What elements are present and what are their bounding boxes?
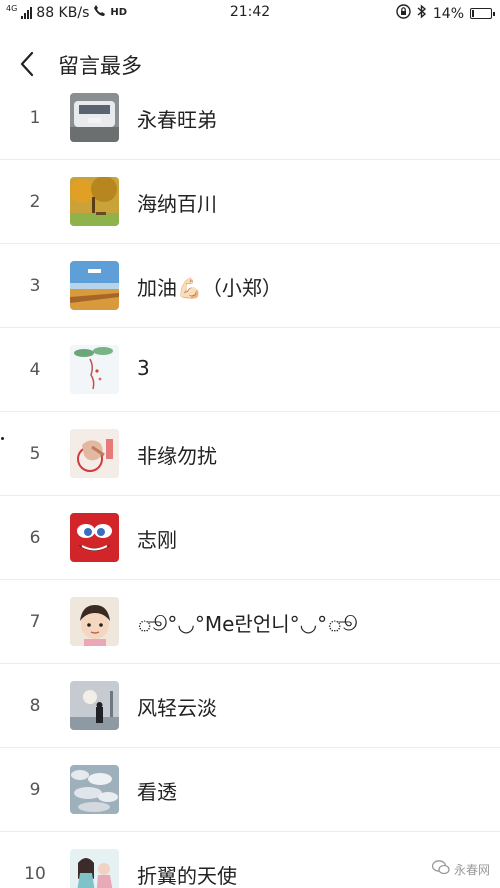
avatar xyxy=(70,765,119,814)
watermark: 永春网 xyxy=(431,860,490,878)
status-bar: 4G 88 KB/s HD 21:42 14% xyxy=(0,0,500,28)
rank-number: 7 xyxy=(29,612,41,632)
rank-number: 10 xyxy=(24,864,46,884)
bluetooth-icon xyxy=(417,4,427,23)
battery-fill xyxy=(472,10,474,17)
list-item[interactable]: 3 加油💪🏻（小郑） xyxy=(0,244,500,328)
battery-icon xyxy=(470,8,495,19)
user-name: 折翼的天使 xyxy=(137,864,237,888)
user-name: 志刚 xyxy=(137,528,177,552)
rank-number: 1 xyxy=(29,108,41,128)
user-name: 非缘勿扰 xyxy=(137,444,217,468)
rank-number: 9 xyxy=(29,780,41,800)
avatar xyxy=(70,513,119,562)
user-name: ூ°◡°Me란언니°◡°ூ xyxy=(137,612,358,636)
user-name: 3 xyxy=(137,356,150,380)
rank-number: 4 xyxy=(29,360,41,380)
avatar xyxy=(70,177,119,226)
rank-number: 5 xyxy=(29,444,41,464)
user-name: 风轻云淡 xyxy=(137,696,217,720)
rank-number: 8 xyxy=(29,696,41,716)
list-item[interactable]: 4 3 xyxy=(0,328,500,412)
avatar xyxy=(70,849,119,888)
avatar xyxy=(70,261,119,310)
list-item[interactable]: 1 永春旺弟 xyxy=(0,76,500,160)
avatar xyxy=(70,93,119,142)
avatar xyxy=(70,597,119,646)
list-item[interactable]: 2 海纳百川 xyxy=(0,160,500,244)
list-item[interactable]: 10 折翼的天使 xyxy=(0,832,500,888)
list-item[interactable]: 8 风轻云淡 xyxy=(0,664,500,748)
stray-dot xyxy=(1,437,4,440)
list-item[interactable]: 5 非缘勿扰 xyxy=(0,412,500,496)
watermark-label: 永春网 xyxy=(453,862,490,877)
user-name: 海纳百川 xyxy=(137,192,217,216)
avatar xyxy=(70,681,119,730)
list-item[interactable]: 9 看透 xyxy=(0,748,500,832)
user-name: 永春旺弟 xyxy=(137,108,217,132)
lock-rotation-icon xyxy=(396,4,411,23)
wechat-icon xyxy=(431,860,450,878)
list-item[interactable]: 7 ூ°◡°Me란언니°◡°ூ xyxy=(0,580,500,664)
battery-percent: 14% xyxy=(432,5,464,22)
status-right: 14% xyxy=(396,4,495,23)
user-name: 加油💪🏻（小郑） xyxy=(137,276,282,300)
leaderboard-list: 1 永春旺弟 2 海纳百川 3 加油💪🏻（小郑） 4 3 5 非缘勿扰 6 志刚… xyxy=(0,76,500,888)
user-name: 看透 xyxy=(137,780,177,804)
list-item[interactable]: 6 志刚 xyxy=(0,496,500,580)
rank-number: 2 xyxy=(29,192,41,212)
rank-number: 3 xyxy=(29,276,41,296)
rank-number: 6 xyxy=(29,528,41,548)
avatar xyxy=(70,345,119,394)
avatar xyxy=(70,429,119,478)
